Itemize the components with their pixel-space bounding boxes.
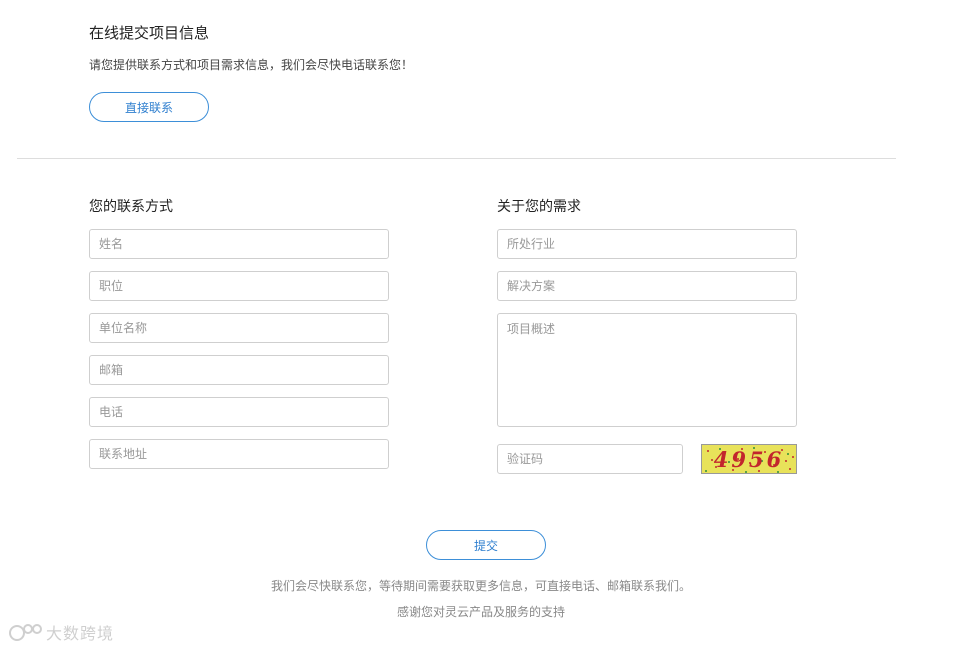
divider [17, 158, 896, 159]
captcha-input[interactable] [498, 445, 682, 473]
footer-note-thanks: 感谢您对灵云产品及服务的支持 [396, 605, 565, 619]
overview-field-box [497, 313, 797, 427]
watermark: 大数跨境 [8, 620, 114, 644]
address-input[interactable] [90, 440, 388, 468]
position-input[interactable] [90, 272, 388, 300]
email-input[interactable] [90, 356, 388, 384]
direct-contact-button[interactable]: 直接联系 [89, 92, 209, 122]
email-field-box [89, 355, 389, 385]
page-subtitle: 请您提供联系方式和项目需求信息，我们会尽快电话联系您！ [89, 58, 414, 72]
phone-field-box [89, 397, 389, 427]
name-field-box [89, 229, 389, 259]
industry-field-box [497, 229, 797, 259]
captcha-field-box [497, 444, 683, 474]
address-field-box [89, 439, 389, 469]
position-field-box [89, 271, 389, 301]
industry-input[interactable] [498, 230, 796, 258]
solution-input[interactable] [498, 272, 796, 300]
watermark-logo-icon [9, 624, 42, 641]
contact-section-title: 您的联系方式 [89, 199, 173, 215]
phone-input[interactable] [90, 398, 388, 426]
project-overview-textarea[interactable] [498, 314, 796, 426]
company-field-box [89, 313, 389, 343]
page-title: 在线提交项目信息 [89, 24, 210, 42]
needs-section-title: 关于您的需求 [497, 199, 581, 215]
submit-button[interactable]: 提交 [426, 530, 546, 560]
footer-note-contact: 我们会尽快联系您，等待期间需要获取更多信息，可直接电话、邮箱联系我们。 [270, 579, 691, 593]
captcha-image[interactable]: 4956 [701, 444, 797, 474]
watermark-text: 大数跨境 [46, 624, 115, 643]
company-input[interactable] [90, 314, 388, 342]
name-input[interactable] [90, 230, 388, 258]
solution-field-box [497, 271, 797, 301]
captcha-code: 4956 [713, 447, 785, 472]
